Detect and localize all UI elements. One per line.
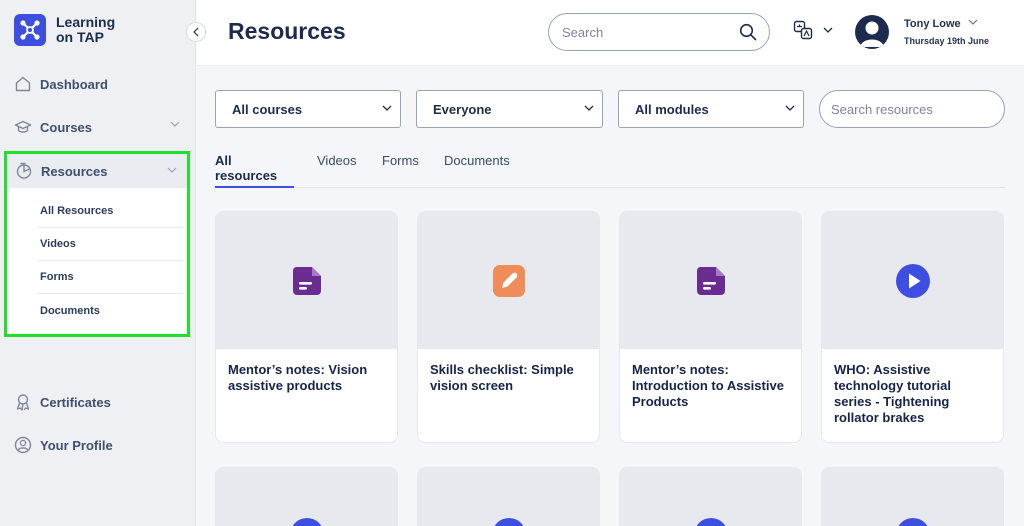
sidebar-subitem-videos[interactable]: Videos bbox=[37, 228, 183, 261]
profile-icon bbox=[14, 436, 32, 454]
tab-forms[interactable]: Forms bbox=[382, 152, 419, 188]
sidebar-item-certificates[interactable]: Certificates bbox=[14, 390, 184, 414]
card-title: WHO: Assistive technology tutorial serie… bbox=[834, 362, 951, 425]
tab-videos[interactable]: Videos bbox=[317, 152, 357, 188]
card-thumbnail bbox=[216, 212, 397, 349]
sidebar-item-label: Your Profile bbox=[40, 437, 113, 453]
resource-search bbox=[819, 90, 1007, 128]
sidebar-item-label: Dashboard bbox=[40, 76, 108, 92]
main-content: Resources Tony Lowe Thursday 19th June A… bbox=[197, 0, 1024, 526]
sidebar-subitem-forms[interactable]: Forms bbox=[37, 261, 183, 294]
translate-icon bbox=[793, 20, 813, 40]
logo-icon bbox=[14, 14, 46, 46]
global-search bbox=[548, 13, 770, 51]
current-date: Thursday 19th June bbox=[904, 36, 990, 46]
search-icon[interactable] bbox=[739, 23, 757, 41]
card-thumbnail bbox=[620, 212, 801, 349]
user-name[interactable]: Tony Lowe bbox=[904, 18, 961, 30]
top-header: Resources Tony Lowe Thursday 19th June bbox=[197, 0, 1024, 66]
audience-filter-value: Everyone bbox=[433, 101, 492, 117]
chevron-down-icon bbox=[170, 121, 180, 127]
card-thumbnail bbox=[620, 468, 801, 526]
card-title: Mentor’s notes: Vision assistive product… bbox=[228, 362, 368, 393]
chevron-down-icon bbox=[785, 105, 795, 111]
sidebar: Learning on TAP Dashboard Courses Resour… bbox=[0, 0, 196, 526]
module-filter-value: All modules bbox=[635, 101, 709, 117]
document-icon bbox=[292, 266, 321, 295]
edit-form-icon bbox=[492, 264, 525, 297]
card-thumbnail bbox=[822, 468, 1003, 526]
chevron-down-icon bbox=[823, 27, 833, 33]
card-thumbnail bbox=[822, 212, 1003, 349]
play-icon bbox=[895, 263, 930, 298]
resource-card[interactable]: Skills checklist: Simple vision screen bbox=[417, 211, 600, 443]
sidebar-item-label: Resources bbox=[41, 163, 108, 179]
card-thumbnail bbox=[216, 468, 397, 526]
app-name: Learning on TAP bbox=[56, 14, 116, 45]
resource-tabs: All resources Videos Forms Documents bbox=[215, 152, 1005, 188]
resource-card[interactable]: Mentor’s notes: Introduction to Assistiv… bbox=[619, 211, 802, 443]
sidebar-item-dashboard[interactable]: Dashboard bbox=[14, 72, 184, 96]
document-icon bbox=[696, 266, 725, 295]
module-filter-select[interactable]: All modules bbox=[618, 90, 804, 128]
card-title: Skills checklist: Simple vision screen bbox=[430, 362, 574, 393]
sidebar-item-your-profile[interactable]: Your Profile bbox=[14, 433, 184, 457]
chevron-down-icon bbox=[382, 105, 392, 111]
chevron-left-icon bbox=[193, 27, 199, 37]
chevron-down-icon[interactable] bbox=[968, 19, 978, 25]
sidebar-item-label: Courses bbox=[40, 119, 93, 135]
chevron-down-icon bbox=[167, 167, 177, 173]
play-icon bbox=[492, 518, 526, 526]
card-thumbnail bbox=[418, 212, 599, 349]
resources-menu: Resources All Resources Videos Forms Doc… bbox=[4, 151, 190, 337]
resource-card[interactable] bbox=[619, 467, 802, 526]
page-title: Resources bbox=[228, 18, 346, 44]
tab-documents[interactable]: Documents bbox=[444, 152, 510, 188]
collapse-sidebar-button[interactable] bbox=[186, 22, 206, 42]
app-logo[interactable]: Learning on TAP bbox=[14, 14, 126, 46]
course-filter-value: All courses bbox=[232, 101, 303, 117]
card-title: Mentor’s notes: Introduction to Assistiv… bbox=[632, 362, 784, 409]
play-icon bbox=[694, 518, 728, 526]
resources-icon bbox=[16, 162, 32, 179]
chevron-down-icon bbox=[584, 105, 594, 111]
sidebar-item-resources[interactable]: Resources bbox=[7, 154, 187, 188]
tab-all-resources[interactable]: All resources bbox=[215, 152, 294, 188]
mortarboard-icon bbox=[14, 120, 32, 133]
search-input[interactable] bbox=[562, 24, 739, 40]
home-icon bbox=[15, 76, 31, 92]
play-icon bbox=[896, 518, 930, 526]
resource-card[interactable] bbox=[821, 467, 1004, 526]
sidebar-subitem-all-resources[interactable]: All Resources bbox=[37, 195, 183, 228]
card-thumbnail bbox=[418, 468, 599, 526]
resource-card[interactable]: WHO: Assistive technology tutorial serie… bbox=[821, 211, 1004, 443]
language-selector[interactable] bbox=[793, 20, 833, 40]
sidebar-subitem-documents[interactable]: Documents bbox=[37, 294, 183, 327]
avatar[interactable] bbox=[855, 15, 889, 49]
search-resources-input[interactable] bbox=[831, 101, 1007, 117]
resource-card[interactable] bbox=[215, 467, 398, 526]
resource-card[interactable]: Mentor’s notes: Vision assistive product… bbox=[215, 211, 398, 443]
course-filter-select[interactable]: All courses bbox=[215, 90, 401, 128]
resource-card[interactable] bbox=[417, 467, 600, 526]
play-icon bbox=[290, 518, 324, 526]
sidebar-item-label: Certificates bbox=[40, 394, 111, 410]
audience-filter-select[interactable]: Everyone bbox=[416, 90, 603, 128]
sidebar-item-courses[interactable]: Courses bbox=[14, 115, 184, 139]
certificate-icon bbox=[16, 394, 30, 411]
